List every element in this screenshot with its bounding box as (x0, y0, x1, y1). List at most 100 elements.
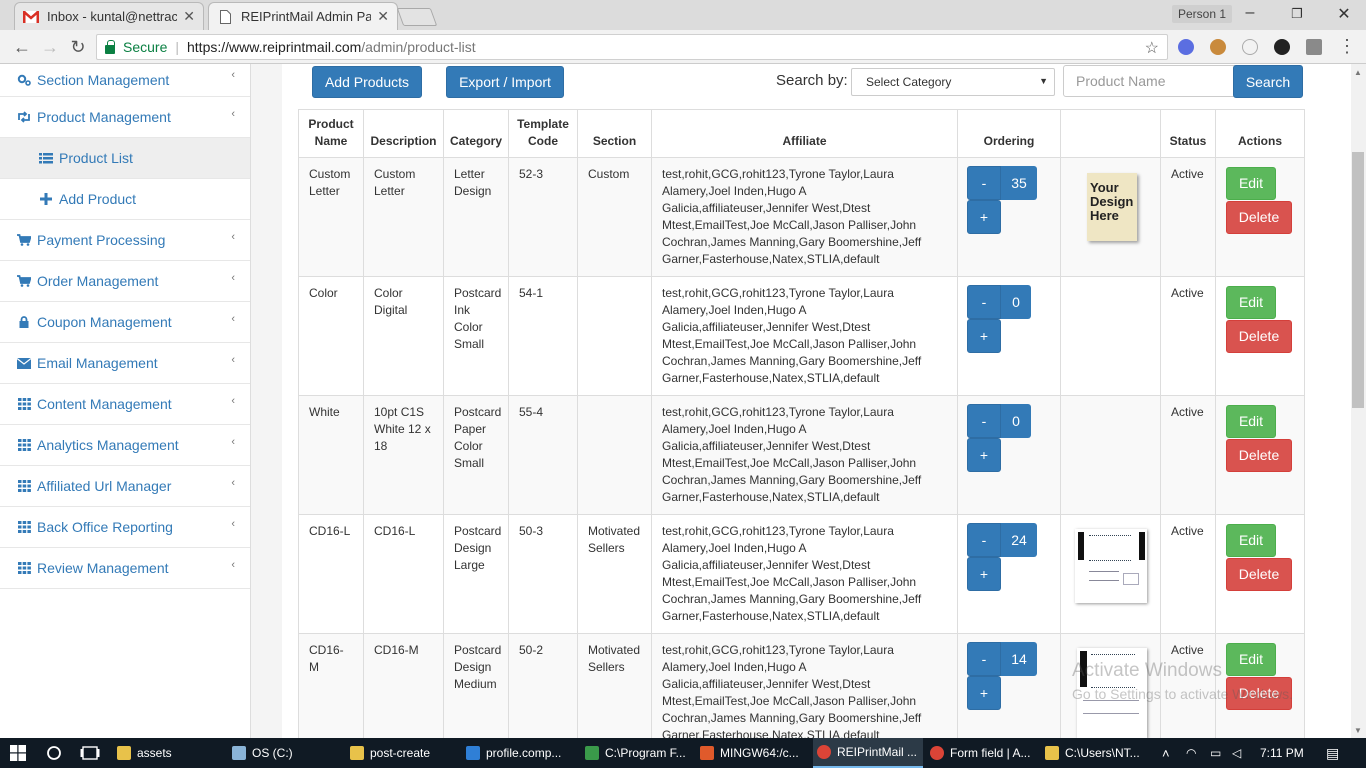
tab-reiprintmail[interactable]: REIPrintMail Admin Panel ✕ (208, 2, 398, 30)
back-icon[interactable]: ← (11, 37, 33, 58)
battery-icon[interactable]: ▭ (1210, 738, 1221, 768)
chevron-left-icon: ‹ (231, 231, 235, 243)
description-cell: 10pt C1S White 12 x 18 (363, 395, 444, 515)
close-icon[interactable]: ✕ (183, 8, 195, 25)
sidebar-item-content-management[interactable]: Content Management ‹ (0, 384, 250, 425)
volume-icon[interactable]: ◁ (1232, 738, 1241, 768)
taskbar-item-program-files[interactable]: C:\Program F... (585, 738, 693, 768)
scroll-up-icon[interactable]: ▲ (1354, 68, 1362, 77)
section-cell: Motivated Sellers (577, 633, 652, 738)
taskbar-item-chrome-reiprintmail[interactable]: REIPrintMail ... (813, 738, 923, 768)
chrome-menu-icon[interactable]: ⋮ (1338, 36, 1356, 57)
search-button[interactable]: Search (1233, 65, 1303, 98)
product-name-input[interactable]: Product Name (1063, 65, 1259, 97)
sidebar-item-affiliated-url-manager[interactable]: Affiliated Url Manager ‹ (0, 466, 250, 507)
bookmark-star-icon[interactable]: ☆ (1145, 38, 1159, 58)
taskbar-item-form-field[interactable]: Form field | A... (930, 738, 1038, 768)
sidebar-item-coupon-management[interactable]: Coupon Management ‹ (0, 302, 250, 343)
delete-button[interactable]: Delete (1226, 201, 1292, 234)
cookie-icon[interactable] (1210, 39, 1226, 55)
increment-button[interactable]: + (967, 319, 1001, 353)
scrollbar-thumb[interactable] (1352, 152, 1364, 408)
system-clock[interactable]: 7:11 PM (1260, 738, 1304, 768)
increment-button[interactable]: + (967, 438, 1001, 472)
sidebar-item-label: Add Product (59, 191, 137, 207)
export-import-button[interactable]: Export / Import (446, 66, 564, 98)
sidebar-item-order-management[interactable]: Order Management ‹ (0, 261, 250, 302)
url-input[interactable]: Secure | https://www.reiprintmail.com/ad… (96, 34, 1168, 60)
devtools-icon[interactable] (1306, 39, 1322, 55)
tray-chevron-up-icon[interactable]: ˄ (1162, 738, 1170, 768)
sidebar-item-product-management[interactable]: Product Management ‹ (0, 97, 250, 138)
increment-button[interactable]: + (967, 200, 1001, 234)
scroll-down-icon[interactable]: ▼ (1354, 726, 1362, 735)
category-select[interactable]: Select Category ▼ (851, 68, 1055, 96)
chevron-left-icon: ‹ (231, 477, 235, 489)
template-code-cell: 50-3 (508, 514, 578, 634)
decrement-button[interactable]: - (967, 285, 1001, 319)
sidebar-item-label: Review Management (37, 560, 169, 576)
action-center-icon[interactable]: ▤ (1326, 738, 1339, 768)
forward-icon[interactable]: → (39, 37, 61, 58)
minimize-icon[interactable]: – (1240, 4, 1260, 22)
category-cell: Postcard Paper Color Small (443, 395, 509, 515)
column-header: Status (1160, 109, 1216, 158)
reload-icon[interactable]: ↻ (67, 37, 89, 58)
start-button[interactable] (10, 738, 26, 768)
extension-r-icon[interactable] (1178, 39, 1194, 55)
sidebar-item-product-list[interactable]: Product List (0, 138, 250, 179)
restore-icon[interactable]: ❐ (1287, 6, 1307, 22)
taskbar-item-users[interactable]: C:\Users\NT... (1045, 738, 1155, 768)
decrement-button[interactable]: - (967, 404, 1001, 438)
ordering-cell: - 0 + (957, 276, 1061, 396)
taskbar-item-post-create[interactable]: post-create (350, 738, 458, 768)
edit-button[interactable]: Edit (1226, 643, 1276, 676)
task-view-icon[interactable] (80, 738, 100, 768)
description-cell: CD16-M (363, 633, 444, 738)
sidebar-item-analytics-management[interactable]: Analytics Management ‹ (0, 425, 250, 466)
increment-button[interactable]: + (967, 557, 1001, 591)
delete-button[interactable]: Delete (1226, 558, 1292, 591)
decrement-button[interactable]: - (967, 642, 1001, 676)
json-icon[interactable] (1242, 39, 1258, 55)
sidebar-item-payment-processing[interactable]: Payment Processing ‹ (0, 220, 250, 261)
column-header: Affiliate (651, 109, 958, 158)
sidebar-item-section-management[interactable]: Section Management ‹ (0, 64, 250, 97)
product-image-cell (1060, 276, 1161, 396)
delete-button[interactable]: Delete (1226, 439, 1292, 472)
close-window-icon[interactable]: ✕ (1334, 4, 1354, 24)
sidebar-item-email-management[interactable]: Email Management ‹ (0, 343, 250, 384)
taskbar-item-mingw[interactable]: MINGW64:/c... (700, 738, 808, 768)
profile-button[interactable]: Person 1 (1172, 5, 1233, 23)
taskbar-item-vscode[interactable]: profile.comp... (466, 738, 578, 768)
edit-button[interactable]: Edit (1226, 524, 1276, 557)
edit-button[interactable]: Edit (1226, 405, 1276, 438)
sidebar-item-back-office-reporting[interactable]: Back Office Reporting ‹ (0, 507, 250, 548)
close-icon[interactable]: ✕ (377, 8, 389, 25)
search-by-label: Search by: (776, 72, 848, 89)
taskbar-item-assets[interactable]: assets (117, 738, 225, 768)
edit-button[interactable]: Edit (1226, 167, 1276, 200)
cortana-search-icon[interactable] (46, 738, 62, 768)
color-picker-icon[interactable] (1274, 39, 1290, 55)
tab-inbox[interactable]: Inbox - kuntal@nettracke ✕ (14, 2, 204, 30)
product-image-cell (1060, 514, 1161, 634)
increment-button[interactable]: + (967, 676, 1001, 710)
windows-taskbar: assets OS (C:) post-create profile.comp.… (0, 738, 1366, 768)
wifi-icon[interactable]: ◠ (1186, 738, 1196, 768)
chevron-left-icon: ‹ (231, 313, 235, 325)
decrement-button[interactable]: - (967, 523, 1001, 557)
sidebar-item-add-product[interactable]: Add Product (0, 179, 250, 220)
section-cell: Custom (577, 157, 652, 277)
taskbar-item-os-drive[interactable]: OS (C:) (232, 738, 342, 768)
decrement-button[interactable]: - (967, 166, 1001, 200)
new-tab-button[interactable] (396, 8, 438, 26)
add-products-button[interactable]: Add Products (312, 66, 422, 98)
edit-button[interactable]: Edit (1226, 286, 1276, 319)
sidebar-item-label: Back Office Reporting (37, 519, 173, 535)
sidebar-item-review-management[interactable]: Review Management ‹ (0, 548, 250, 589)
delete-button[interactable]: Delete (1226, 320, 1292, 353)
envelope-icon (17, 357, 31, 369)
taskbar-item-label: assets (137, 746, 172, 760)
ordering-value: 0 (1001, 285, 1031, 319)
